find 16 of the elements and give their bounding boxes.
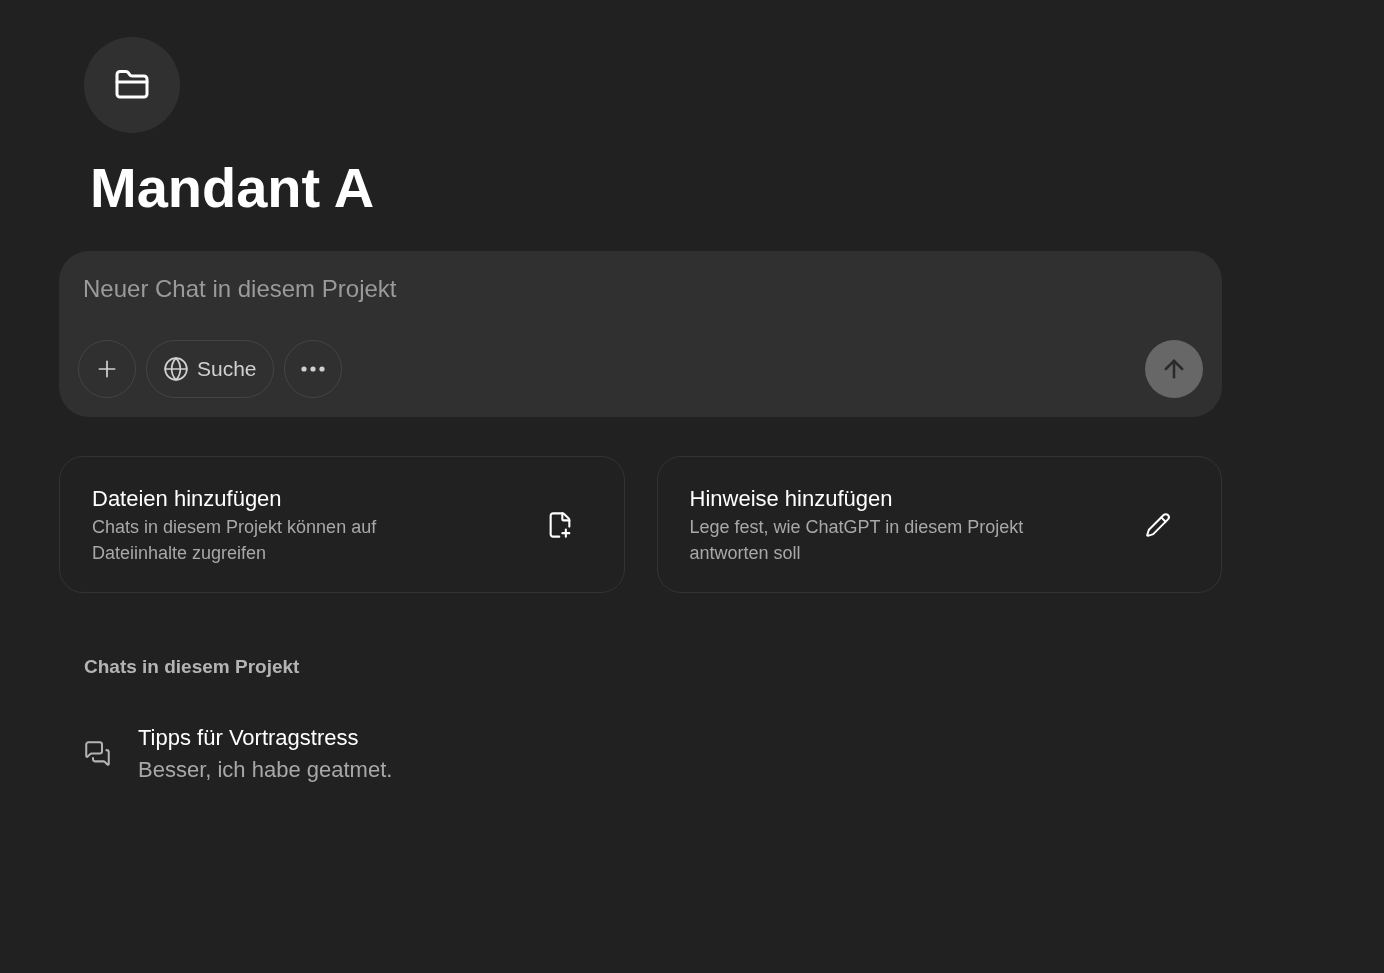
pencil-icon [1145, 511, 1171, 538]
action-card[interactable]: Dateien hinzufügen Chats in diesem Projekt können auf Dateiinhalte zugreifen [59, 456, 625, 593]
card-description: Chats in diesem Projekt können auf Dateiinhalte zugreifen [92, 515, 378, 565]
chat-item[interactable]: Tipps für Vortragstress Besser, ich habe geatmet. [84, 721, 393, 786]
chat-input[interactable]: Neuer Chat in diesem Projekt [83, 269, 1203, 309]
card-title: Hinweise hinzufügen [689, 484, 894, 513]
card-description: Lege fest, wie ChatGPT in diesem Projekt antworten soll [689, 515, 1025, 565]
chat-bubbles-icon [84, 740, 111, 767]
project-title: Mandant A [90, 155, 376, 221]
ellipsis-icon [300, 366, 325, 372]
section-heading: Chats in diesem Projekt [84, 655, 300, 679]
card-title: Dateien hinzufügen [92, 484, 283, 513]
chat-preview: Besser, ich habe geatmet. [138, 755, 393, 784]
action-card[interactable]: Hinweise hinzufügen Lege fest, wie ChatGPT in diesem Projekt antworten soll [656, 456, 1222, 593]
chat-title: Tipps für Vortragstress [138, 723, 360, 752]
globe-icon [163, 356, 189, 382]
